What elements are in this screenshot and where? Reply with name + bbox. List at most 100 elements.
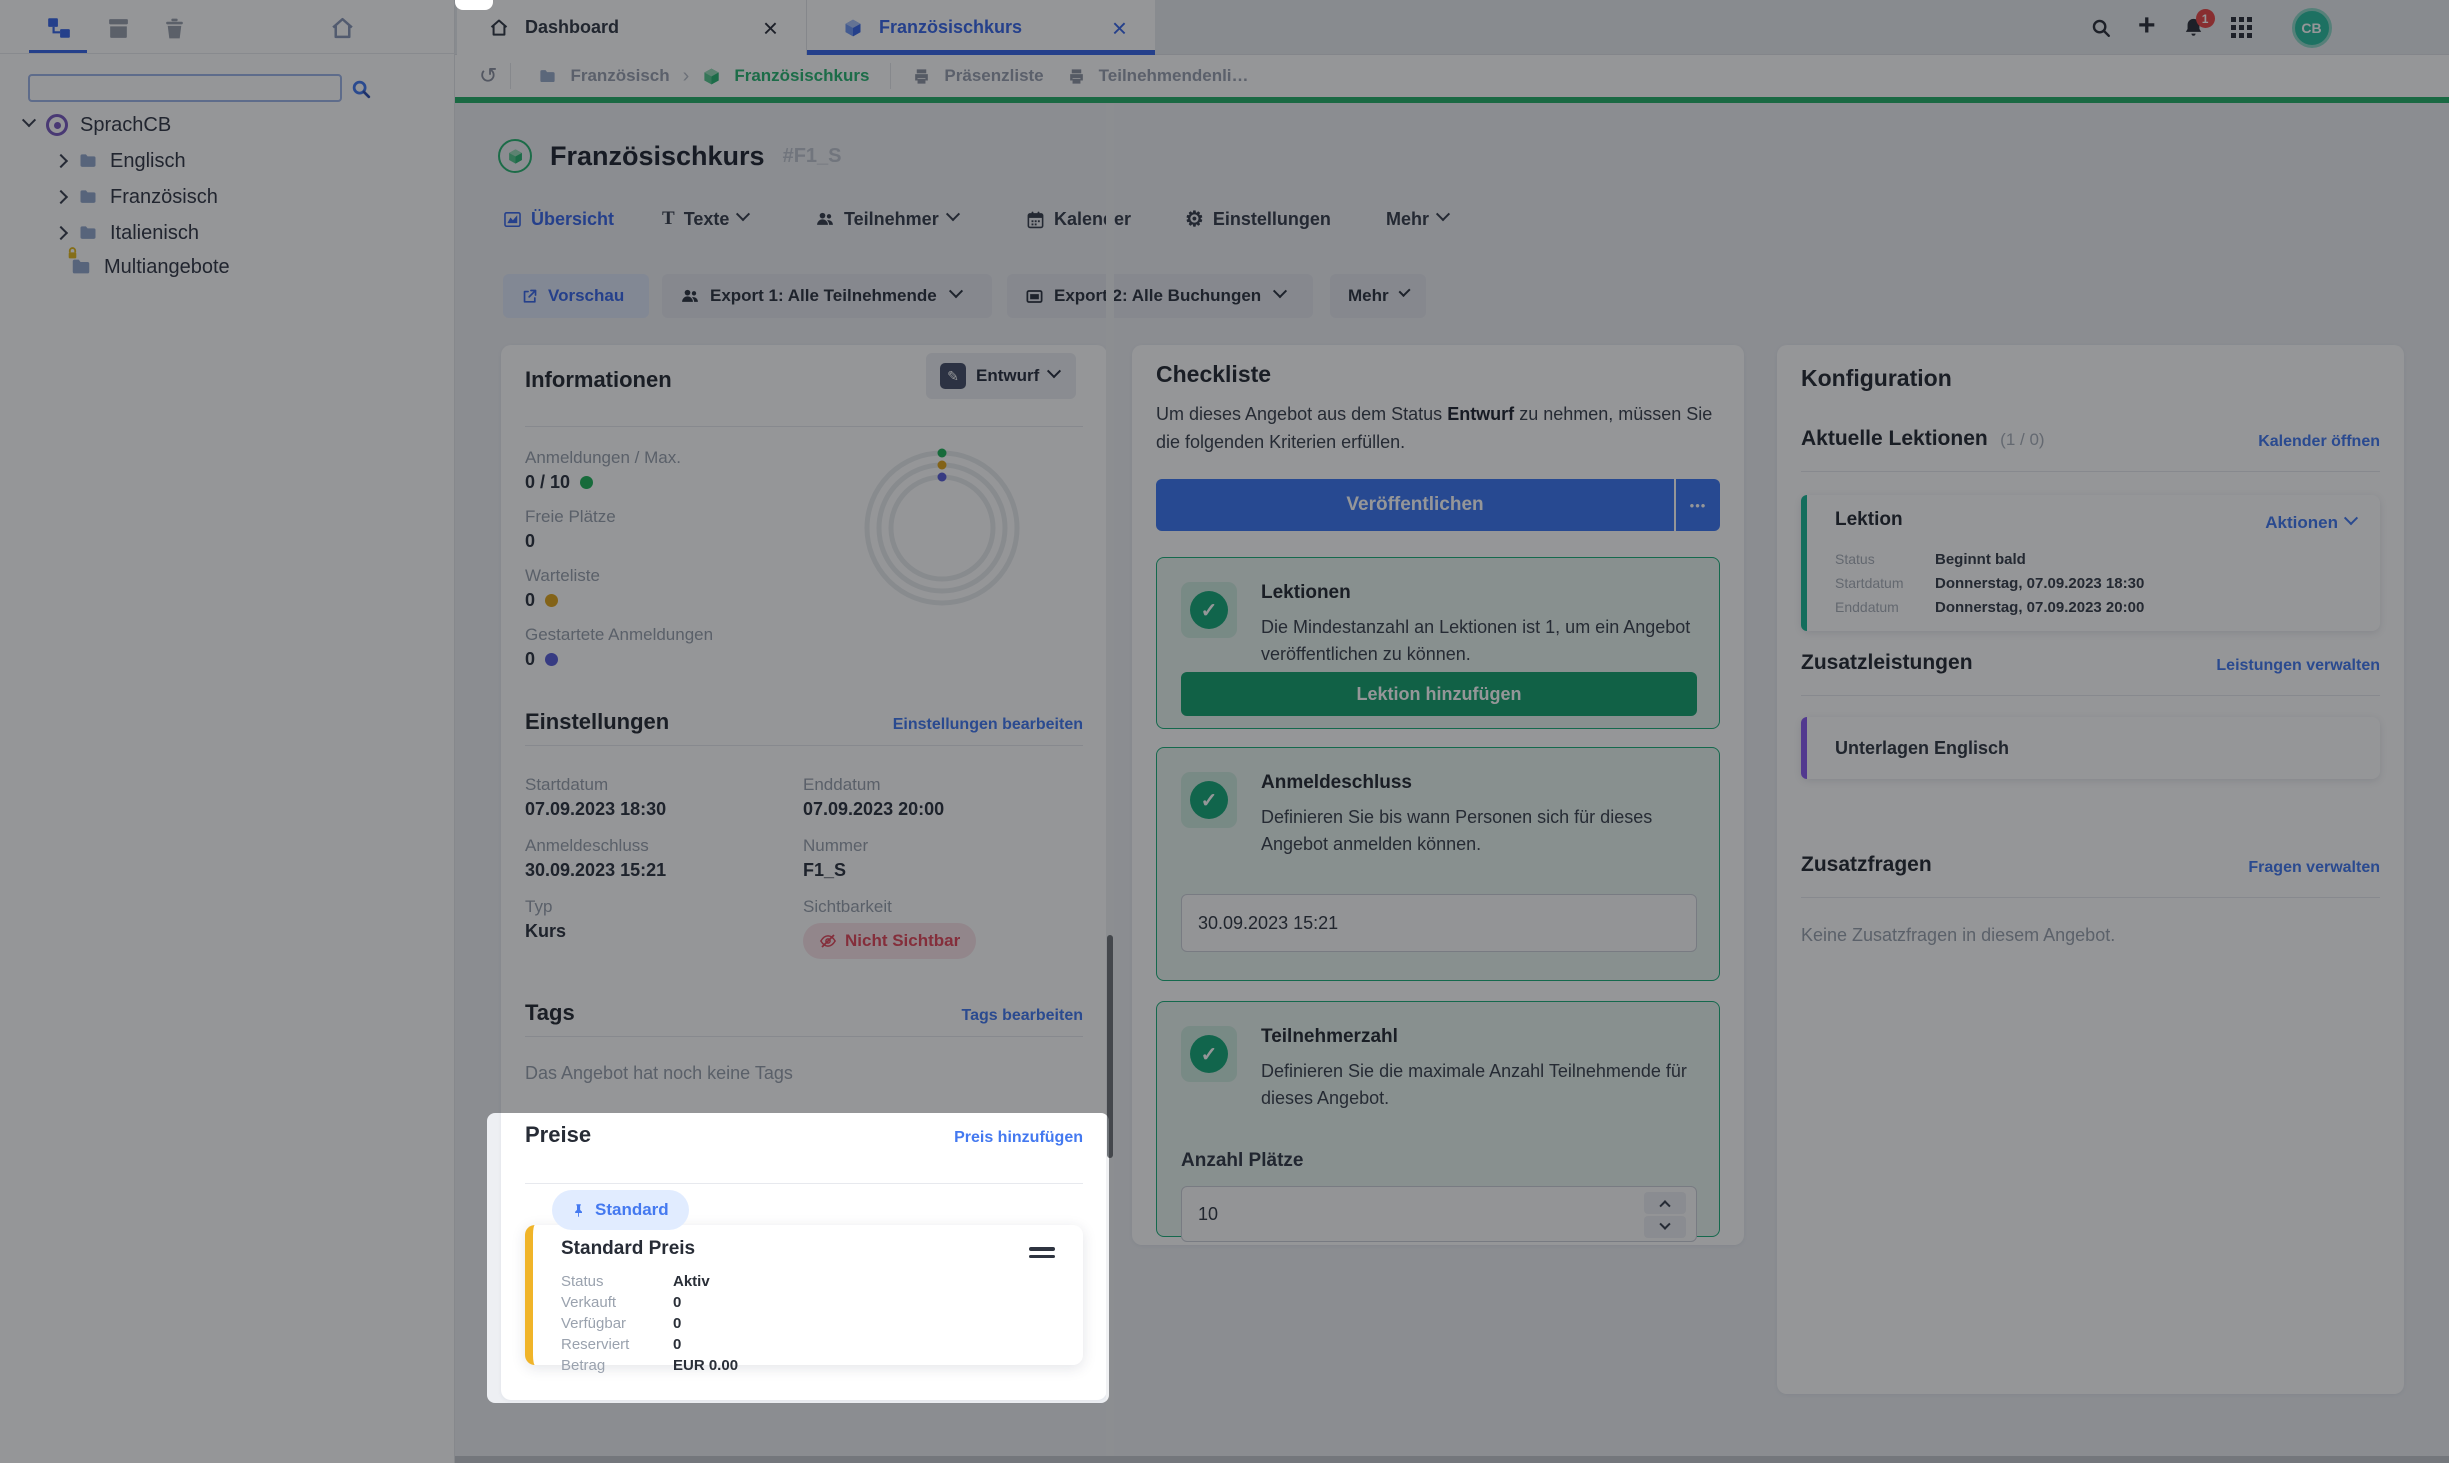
- ellipsis-icon: •••: [1689, 497, 1707, 513]
- zusatzleistung-item[interactable]: Unterlagen Englisch: [1801, 717, 2380, 779]
- standard-badge: Standard: [552, 1190, 689, 1230]
- radio-target-icon: [46, 114, 68, 136]
- apps-grid-icon[interactable]: [2230, 17, 2252, 38]
- top-left-sliver: [455, 0, 493, 10]
- checklist-item-title: Anmeldeschluss: [1261, 772, 1412, 793]
- archive-icon[interactable]: [106, 16, 131, 41]
- stepper-down-button[interactable]: [1644, 1216, 1686, 1238]
- divider: [525, 426, 1083, 427]
- tree-item-franzoesisch[interactable]: Französisch: [53, 182, 218, 212]
- page-code: #F1_S: [782, 144, 842, 167]
- close-icon[interactable]: ×: [1112, 15, 1127, 41]
- trash-icon[interactable]: [162, 16, 187, 41]
- stepper-up-button[interactable]: [1644, 1192, 1686, 1214]
- field-value: 07.09.2023 18:30: [525, 799, 667, 819]
- export1-button[interactable]: Export 1: Alle Teilnehmende: [662, 274, 992, 318]
- aktionen-dropdown[interactable]: Aktionen: [2265, 511, 2359, 533]
- users-icon: [680, 286, 700, 306]
- field-value: 07.09.2023 20:00: [803, 799, 945, 819]
- chevron-down-icon: [736, 207, 751, 222]
- breadcrumb-item-active[interactable]: Französischkurs: [734, 66, 869, 86]
- close-icon[interactable]: ×: [763, 15, 778, 41]
- chevron-right-icon[interactable]: [53, 153, 69, 169]
- tree-item-italienisch[interactable]: Italienisch: [53, 218, 199, 248]
- avatar[interactable]: CB: [2291, 7, 2332, 48]
- scrollbar-track[interactable]: [1106, 103, 1114, 1456]
- fragen-verwalten-link[interactable]: Fragen verwalten: [2248, 859, 2380, 877]
- printer-icon: [1067, 67, 1086, 86]
- anzahl-plaetze-input[interactable]: 10: [1181, 1186, 1697, 1242]
- sidebar-search-icon[interactable]: [350, 78, 372, 100]
- course-tab-texte[interactable]: T Texte: [662, 204, 751, 234]
- anmeldeschluss-input[interactable]: 30.09.2023 15:21: [1181, 894, 1697, 952]
- tree-item-sprachcb[interactable]: SprachCB: [21, 110, 171, 140]
- tree-item-englisch[interactable]: Englisch: [53, 146, 186, 176]
- pin-icon: [572, 1203, 587, 1218]
- notifications-bell-icon[interactable]: 1: [2182, 9, 2215, 39]
- publish-more-button[interactable]: •••: [1676, 479, 1720, 531]
- export2-button-label: Export 2: Alle Buchungen: [1054, 286, 1262, 305]
- course-tab-einstellungen[interactable]: ⚙ Einstellungen: [1185, 204, 1331, 234]
- chevron-down-icon[interactable]: [21, 113, 37, 128]
- stat-value: 0: [525, 590, 559, 611]
- field-label: Nummer: [803, 836, 869, 855]
- anmeldeschluss-input-value: 30.09.2023 15:21: [1198, 912, 1339, 933]
- add-lektion-button-label: Lektion hinzufügen: [1356, 683, 1522, 704]
- cube-icon: [702, 67, 721, 86]
- price-row: Status Aktiv: [561, 1273, 710, 1290]
- breadcrumb-item[interactable]: Präsenzliste: [944, 66, 1043, 86]
- export2-button[interactable]: Export 2: Alle Buchungen: [1007, 274, 1313, 318]
- breadcrumb-separator: ›: [682, 64, 690, 87]
- breadcrumb-item[interactable]: Teilnehmendenli…: [1099, 66, 1249, 86]
- sidebar-search-input[interactable]: [28, 74, 342, 102]
- stat-label: Anmeldungen / Max.: [525, 448, 681, 467]
- tab-dashboard[interactable]: Dashboard ×: [457, 0, 807, 55]
- leistungen-verwalten-link[interactable]: Leistungen verwalten: [2216, 657, 2380, 675]
- info-card: Informationen ✎ Entwurf Anmeldungen / Ma…: [501, 345, 1107, 1400]
- publish-button[interactable]: Veröffentlichen: [1156, 479, 1674, 531]
- status-dropdown[interactable]: ✎ Entwurf: [926, 353, 1076, 399]
- history-icon[interactable]: ↺: [479, 65, 497, 87]
- chevron-right-icon[interactable]: [53, 225, 69, 241]
- checklist-item-lektionen: ✓ Lektionen Die Mindestanzahl an Lektion…: [1156, 557, 1720, 729]
- course-tab-kalender[interactable]: Kalender: [1026, 204, 1131, 234]
- preview-button[interactable]: Vorschau: [503, 274, 649, 318]
- add-lektion-button[interactable]: Lektion hinzufügen: [1181, 672, 1697, 716]
- course-tab-mehr[interactable]: Mehr: [1386, 204, 1451, 234]
- lektion-row: Status Beginnt bald: [1835, 550, 2026, 568]
- horizontal-scrollbar[interactable]: [455, 1456, 2449, 1463]
- course-tab-label: Teilnehmer: [844, 208, 939, 229]
- zusatzleistung-accent: [1801, 717, 1807, 779]
- tree-item-multiangebote[interactable]: Multiangebote: [68, 247, 230, 284]
- settings-edit-link[interactable]: Einstellungen bearbeiten: [893, 716, 1083, 734]
- course-tab-teilnehmer[interactable]: Teilnehmer: [815, 204, 960, 234]
- chevron-down-icon: [945, 207, 960, 222]
- page-title: Französischkurs: [550, 140, 765, 171]
- aktionen-label: Aktionen: [2265, 513, 2338, 532]
- publish-button-label: Veröffentlichen: [1346, 494, 1484, 515]
- indigo-dot-icon: [545, 653, 559, 666]
- green-dot-icon: [580, 476, 594, 489]
- tab-franzoesischkurs[interactable]: Französischkurs ×: [807, 0, 1155, 55]
- scrollbar-thumb[interactable]: [1107, 935, 1113, 1158]
- breadcrumb-divider: [890, 63, 892, 89]
- add-icon[interactable]: +: [2138, 11, 2156, 41]
- chevron-right-icon[interactable]: [53, 189, 69, 205]
- drag-handle[interactable]: [1029, 1247, 1055, 1258]
- course-tab-label: Einstellungen: [1212, 208, 1331, 229]
- preview-button-label: Vorschau: [548, 286, 625, 305]
- course-tab-uebersicht[interactable]: Übersicht: [503, 204, 614, 234]
- kalender-oeffnen-link[interactable]: Kalender öffnen: [2258, 433, 2380, 451]
- lektion-row: Enddatum Donnerstag, 07.09.2023 20:00: [1835, 598, 2145, 616]
- sidebar-home-icon[interactable]: [330, 16, 355, 41]
- tags-edit-link[interactable]: Tags bearbeiten: [961, 1007, 1083, 1025]
- search-icon[interactable]: [2090, 17, 2112, 39]
- breadcrumb-item[interactable]: Französisch: [570, 66, 669, 86]
- preis-add-link[interactable]: Preis hinzufügen: [954, 1129, 1083, 1147]
- lektion-card-accent: [1801, 495, 1807, 631]
- field-label: Sichtbarkeit: [803, 897, 892, 916]
- price-row: Verkauft 0: [561, 1294, 682, 1311]
- tree-view-icon[interactable]: [46, 15, 72, 41]
- more-button[interactable]: Mehr: [1330, 274, 1426, 318]
- chevron-down-icon: [948, 284, 963, 299]
